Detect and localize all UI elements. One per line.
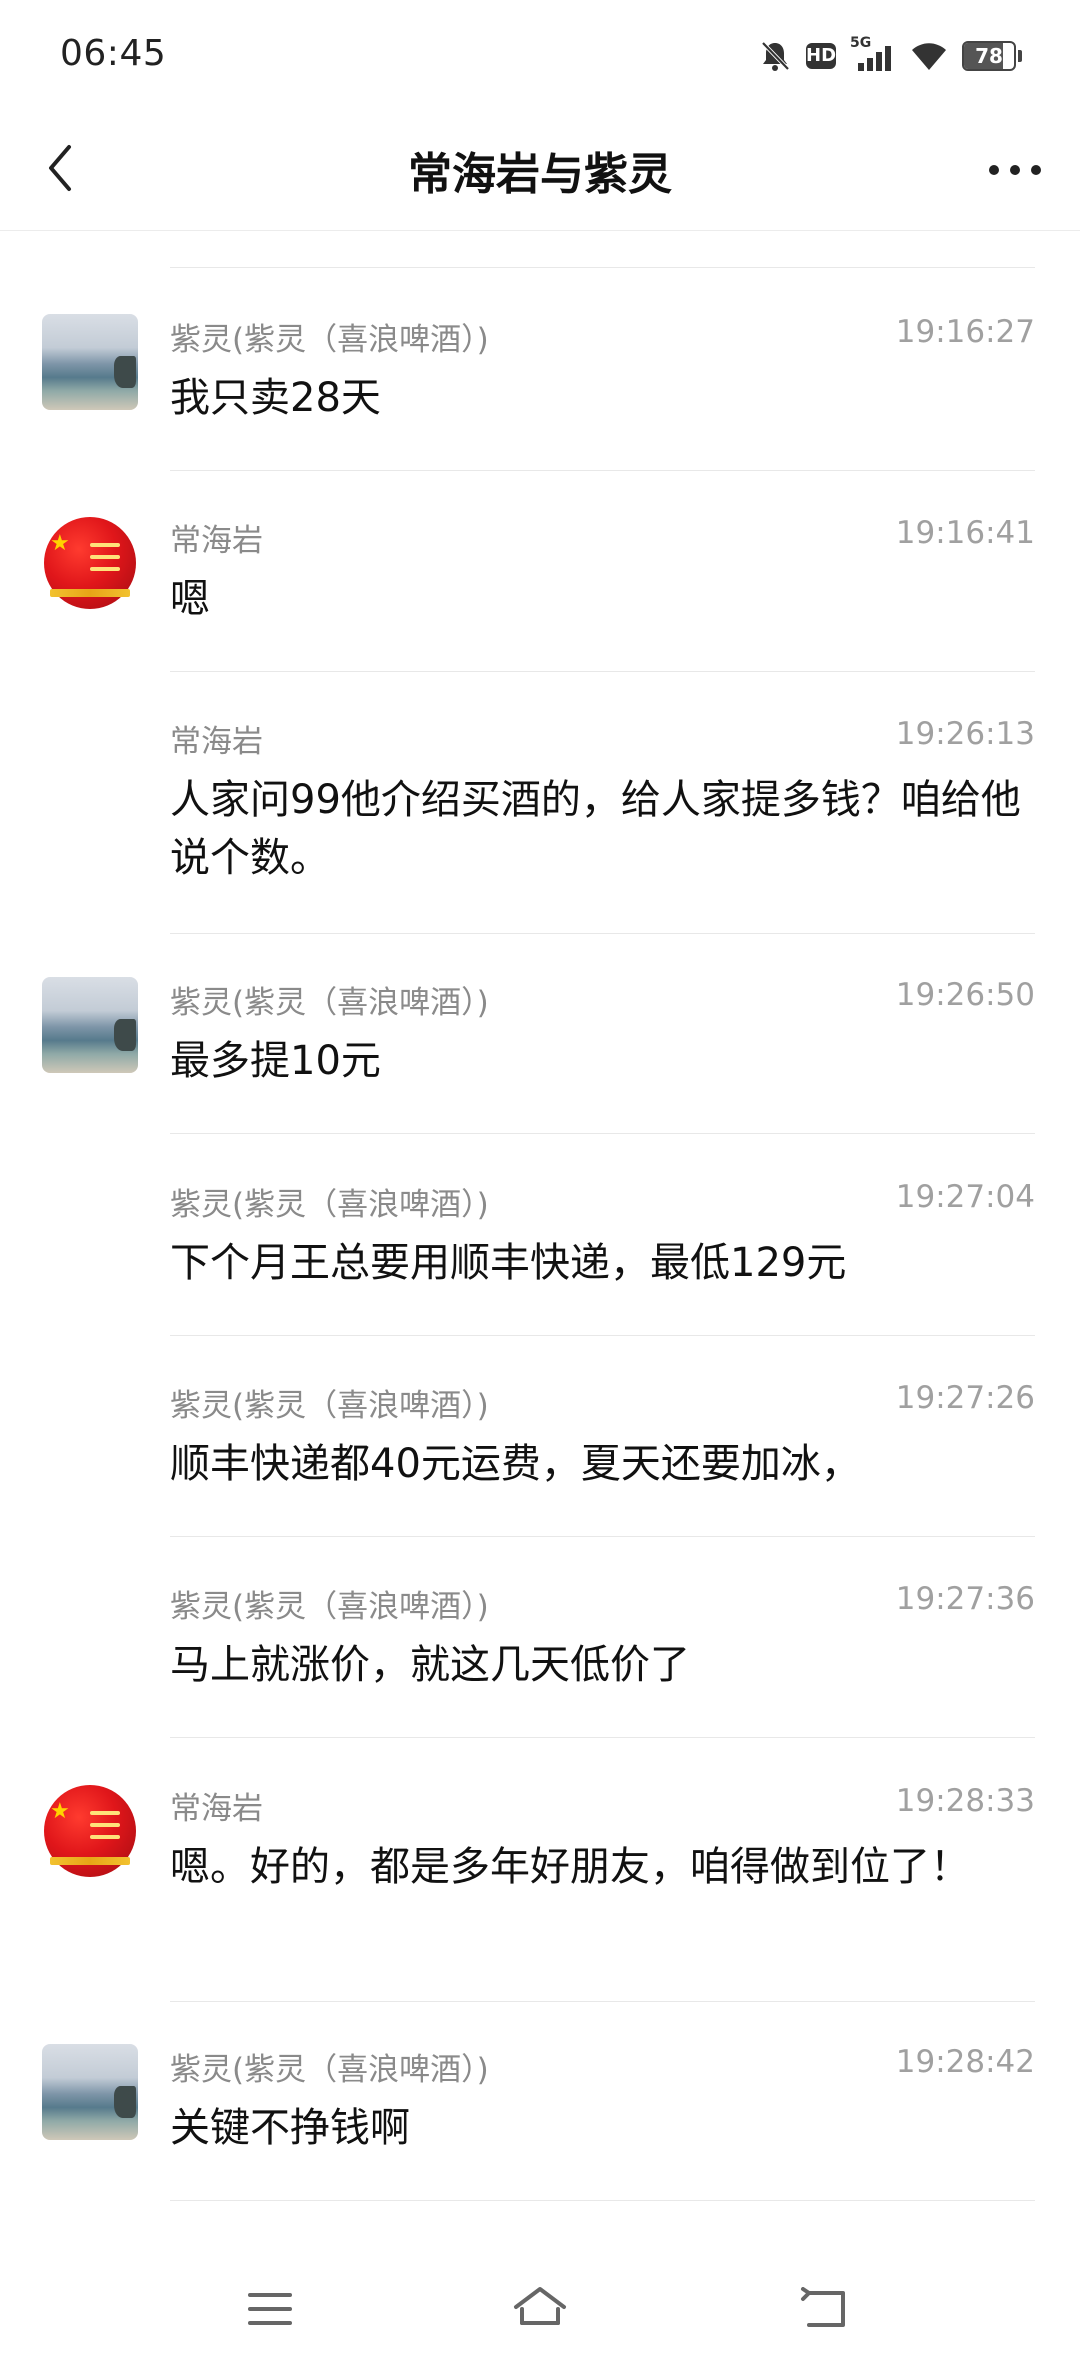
message-item[interactable]: 紫灵(紫灵（喜浪啤酒）) 19:27:04 下个月王总要用顺丰快递，最低129元	[0, 1179, 1080, 1366]
message-time: 19:28:42	[895, 2044, 1035, 2080]
message-item[interactable]: 紫灵(紫灵（喜浪啤酒）) 19:16:27 我只卖28天	[0, 314, 1080, 501]
avatar[interactable]	[42, 2044, 138, 2140]
back-nav-button[interactable]	[785, 2281, 865, 2341]
message-item[interactable]: 常海岩 19:26:13 人家问99他介绍买酒的，给人家提多钱？咱给他说个数。	[0, 716, 1080, 964]
signal-5g-icon: 5G	[850, 35, 896, 73]
message-text: 下个月王总要用顺丰快递，最低129元	[170, 1240, 847, 1286]
divider	[170, 2200, 1035, 2201]
message-time: 19:27:26	[895, 1380, 1035, 1416]
status-bar: 06:45 HD 5G 78	[0, 0, 1080, 110]
more-dots-icon	[988, 161, 1042, 180]
page-title: 常海岩与紫灵	[408, 149, 672, 200]
message-time: 19:16:27	[895, 314, 1035, 350]
message-time: 19:27:04	[895, 1179, 1035, 1215]
battery-level: 78	[975, 44, 1003, 68]
message-text: 嗯	[170, 576, 210, 622]
message-time: 19:26:50	[895, 977, 1035, 1013]
message-sender: 紫灵(紫灵（喜浪啤酒）)	[170, 1187, 489, 1223]
message-item[interactable]: ★ 常海岩 19:28:33 嗯。好的，都是多年好朋友，咱得做到位了！	[0, 1783, 1080, 2031]
menu-button[interactable]	[230, 2281, 310, 2341]
back-nav-icon	[799, 2287, 851, 2335]
chevron-left-icon	[45, 143, 75, 197]
divider	[170, 933, 1035, 934]
message-sender: 紫灵(紫灵（喜浪啤酒）)	[170, 2052, 489, 2088]
title-bar: 常海岩与紫灵	[0, 110, 1080, 231]
avatar[interactable]	[42, 977, 138, 1073]
wifi-icon	[910, 40, 948, 72]
divider	[170, 671, 1035, 672]
avatar[interactable]: ★	[42, 515, 138, 611]
home-button[interactable]	[500, 2281, 580, 2341]
divider	[170, 1536, 1035, 1537]
message-sender: 紫灵(紫灵（喜浪啤酒）)	[170, 322, 489, 358]
more-button[interactable]	[980, 140, 1050, 200]
message-time: 19:28:33	[895, 1783, 1035, 1819]
star-icon: ★	[50, 531, 70, 556]
divider	[170, 267, 1035, 268]
divider	[170, 2001, 1035, 2002]
message-item[interactable]: 紫灵(紫灵（喜浪啤酒）) 19:27:26 顺丰快递都40元运费，夏天还要加冰，	[0, 1380, 1080, 1567]
avatar[interactable]: ★	[42, 1783, 138, 1879]
divider	[170, 1133, 1035, 1134]
message-text: 关键不挣钱啊	[170, 2105, 410, 2151]
status-icons: HD 5G 78	[758, 35, 1022, 76]
status-time: 06:45	[60, 33, 167, 74]
message-list[interactable]: 紫灵(紫灵（喜浪啤酒）) 19:16:27 我只卖28天 ★ 常海岩 19:16…	[0, 231, 1080, 2251]
battery-icon: 78	[962, 41, 1016, 71]
star-icon: ★	[50, 1799, 70, 1824]
mute-bell-icon	[758, 39, 792, 73]
message-item[interactable]: 紫灵(紫灵（喜浪啤酒）) 19:27:36 马上就涨价，就这几天低价了	[0, 1581, 1080, 1768]
message-sender: 常海岩	[170, 1791, 263, 1827]
message-sender: 紫灵(紫灵（喜浪啤酒）)	[170, 1589, 489, 1625]
message-text: 马上就涨价，就这几天低价了	[170, 1642, 690, 1688]
message-sender: 紫灵(紫灵（喜浪啤酒）)	[170, 985, 489, 1021]
message-sender: 常海岩	[170, 724, 263, 760]
divider	[170, 470, 1035, 471]
battery-nub	[1018, 50, 1022, 62]
divider	[170, 1737, 1035, 1738]
message-time: 19:27:36	[895, 1581, 1035, 1617]
message-text: 顺丰快递都40元运费，夏天还要加冰，	[170, 1441, 861, 1487]
menu-icon	[246, 2289, 294, 2333]
message-time: 19:26:13	[895, 716, 1035, 752]
message-text: 最多提10元	[170, 1038, 381, 1084]
message-text: 人家问99他介绍买酒的，给人家提多钱？咱给他说个数。	[170, 777, 1021, 881]
message-text: 我只卖28天	[170, 375, 381, 421]
message-item[interactable]: 紫灵(紫灵（喜浪啤酒）) 19:26:50 最多提10元	[0, 977, 1080, 1164]
navigation-bar	[0, 2251, 1080, 2376]
message-sender: 紫灵(紫灵（喜浪啤酒）)	[170, 1388, 489, 1424]
message-item[interactable]: 紫灵(紫灵（喜浪啤酒）) 19:28:42 关键不挣钱啊	[0, 2044, 1080, 2231]
message-item[interactable]: ★ 常海岩 19:16:41 嗯	[0, 515, 1080, 702]
message-text: 嗯。好的，都是多年好朋友，咱得做到位了！	[170, 1844, 970, 1890]
back-button[interactable]	[30, 140, 90, 200]
divider	[170, 1335, 1035, 1336]
message-time: 19:16:41	[895, 515, 1035, 551]
avatar[interactable]	[42, 314, 138, 410]
message-sender: 常海岩	[170, 523, 263, 559]
home-icon	[510, 2285, 570, 2337]
hd-icon: HD	[806, 43, 836, 69]
